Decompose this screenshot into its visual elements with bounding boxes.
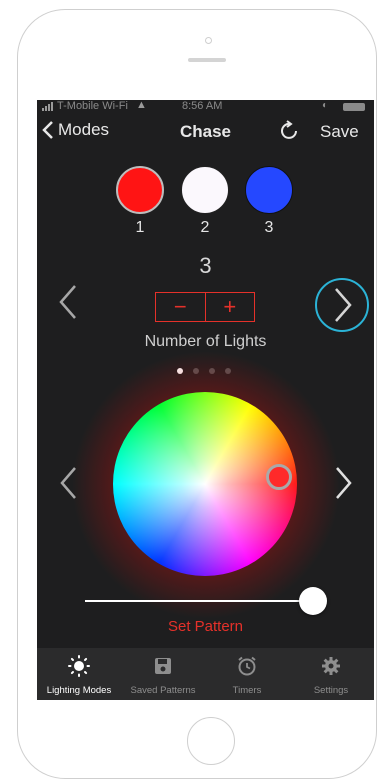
chevron-right-icon (315, 278, 369, 332)
tab-label: Settings (313, 685, 349, 696)
lights-label: Number of Lights (144, 333, 267, 350)
home-button[interactable] (187, 717, 235, 765)
clock: 8:56 AM (182, 100, 223, 112)
app-screen: T-Mobile Wi-Fi ▲ 8:56 AM ◐ Modes Chase S… (37, 100, 374, 700)
nav-bar: Modes Chase Save (37, 114, 374, 152)
increment-button[interactable]: + (206, 293, 255, 321)
lights-stepper: − + (155, 292, 255, 322)
front-camera (205, 37, 212, 44)
wheel-prev-arrow[interactable] (58, 466, 78, 500)
alarm-clock-icon (238, 656, 256, 676)
status-bar: T-Mobile Wi-Fi ▲ 8:56 AM ◐ (37, 100, 374, 114)
set-pattern-button[interactable]: Set Pattern (37, 618, 374, 635)
tab-label: Saved Patterns (130, 685, 196, 696)
gear-icon (322, 657, 340, 675)
brightness-slider-track[interactable] (85, 600, 313, 602)
refresh-icon (281, 120, 297, 139)
color-swatch-3[interactable] (245, 166, 293, 214)
tab-timers[interactable]: Timers (205, 648, 289, 700)
floppy-disk-icon (155, 658, 171, 674)
tab-label: Lighting Modes (46, 685, 112, 696)
tab-settings[interactable]: Settings (289, 648, 373, 700)
carrier-label: T-Mobile Wi-Fi (57, 100, 128, 112)
sun-icon (68, 655, 90, 677)
wifi-icon: ▲ (136, 100, 147, 111)
wheel-next-arrow[interactable] (334, 466, 354, 500)
decrement-button[interactable]: − (156, 293, 206, 321)
light-count: 3 (199, 253, 212, 278)
battery-icon (343, 103, 365, 111)
color-picker-handle[interactable] (266, 464, 292, 490)
next-page-button[interactable] (308, 276, 374, 334)
tab-saved-patterns[interactable]: Saved Patterns (121, 648, 205, 700)
brightness-slider-knob[interactable] (299, 587, 327, 615)
prev-page-arrow[interactable] (57, 284, 79, 320)
tab-bar: Lighting Modes Saved Patterns Timers Set… (37, 648, 374, 700)
color-swatch-1[interactable] (116, 166, 164, 214)
speaker-grille (188, 58, 226, 62)
swatch-label-1: 1 (135, 219, 145, 236)
tab-lighting-modes[interactable]: Lighting Modes (37, 648, 121, 700)
refresh-button[interactable] (279, 120, 301, 147)
swatch-label-2: 2 (200, 219, 210, 236)
color-swatch-2[interactable] (181, 166, 229, 214)
swatch-label-3: 3 (264, 219, 274, 236)
save-button[interactable]: Save (320, 122, 359, 142)
tab-label: Timers (232, 685, 262, 696)
rotation-lock-icon: ◐ (322, 100, 329, 111)
signal-icon (42, 102, 53, 111)
